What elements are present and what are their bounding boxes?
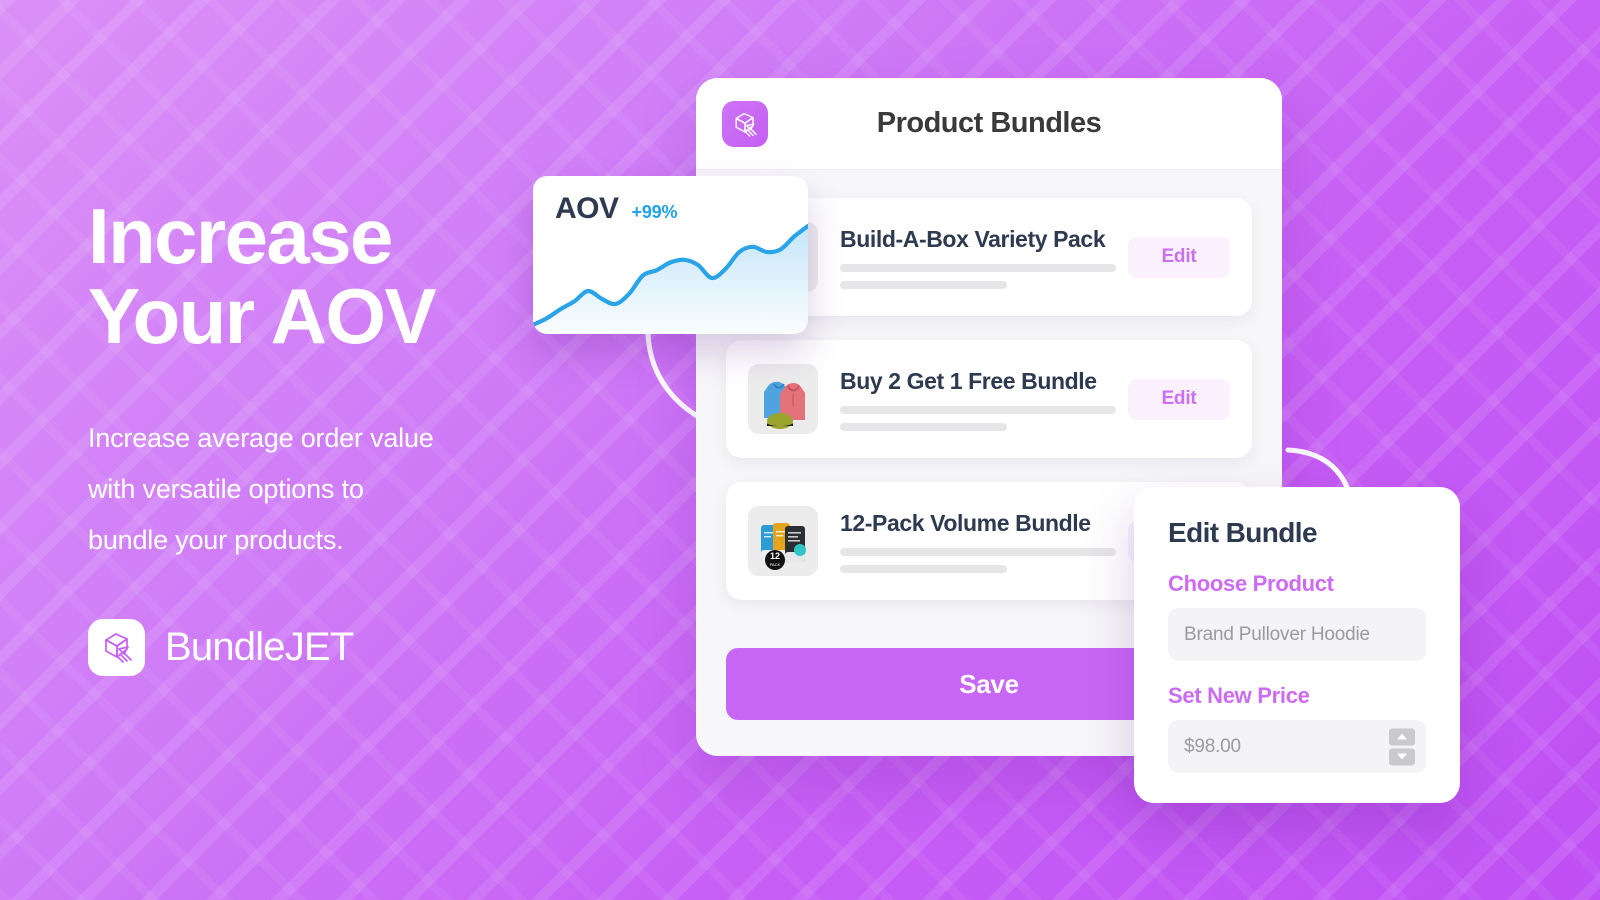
bundle-package-jet-icon	[88, 618, 145, 676]
aov-delta-badge: +99%	[631, 202, 678, 222]
panel-header: Product Bundles	[696, 78, 1282, 170]
bundle-title: Buy 2 Get 1 Free Bundle	[840, 367, 1097, 394]
skeleton-bar	[840, 422, 1008, 431]
svg-text:12: 12	[770, 551, 780, 561]
hero-section: Increase Your AOV Increase average order…	[88, 196, 608, 676]
aov-header: AOV +99%	[555, 192, 677, 226]
stepper-down-button[interactable]	[1389, 748, 1415, 765]
choose-product-placeholder: Brand Pullover Hoodie	[1184, 623, 1370, 645]
aov-line-chart	[533, 223, 808, 334]
row-info: Buy 2 Get 1 Free Bundle	[840, 368, 1128, 431]
row-info: 12-Pack Volume Bundle	[840, 510, 1128, 573]
skeleton-bar	[840, 547, 1117, 556]
stepper-up-button[interactable]	[1389, 728, 1415, 745]
edit-bundle-title: Edit Bundle	[1168, 517, 1318, 548]
aov-metric-card: AOV +99%	[533, 176, 808, 334]
edit-bundle-panel: Edit Bundle Choose Product Brand Pullove…	[1134, 487, 1460, 803]
choose-product-input[interactable]: Brand Pullover Hoodie	[1168, 608, 1426, 661]
choose-product-label: Choose Product	[1168, 571, 1334, 596]
skeleton-bar	[840, 280, 1008, 289]
bundle-title: Build-A-Box Variety Pack	[840, 225, 1106, 252]
skeleton-bar	[840, 564, 1008, 573]
skeleton-bar	[840, 405, 1117, 414]
chevron-up-icon	[1397, 733, 1407, 740]
brand-lockup: BundleJET	[88, 618, 608, 676]
chevron-down-icon	[1397, 753, 1407, 760]
twelve-pack-cans-thumb: 12 PACK	[748, 506, 818, 576]
hero-subcopy: Increase average order value with versat…	[88, 422, 434, 556]
brand-name: BundleJET	[165, 624, 354, 669]
bundle-package-jet-icon	[722, 100, 768, 147]
skeleton-bar	[840, 263, 1117, 272]
bundle-title: 12-Pack Volume Bundle	[840, 509, 1091, 536]
hoodies-and-cap-thumb	[748, 364, 818, 434]
table-row[interactable]: Buy 2 Get 1 Free Bundle Edit	[726, 340, 1252, 458]
row-info: Build-A-Box Variety Pack	[840, 226, 1128, 289]
price-value: $98.00	[1184, 735, 1241, 757]
aov-label: AOV	[555, 192, 619, 225]
page-title: Increase Your AOV	[88, 192, 436, 361]
panel-title: Product Bundles	[876, 107, 1102, 139]
quantity-stepper[interactable]	[1389, 728, 1415, 765]
set-new-price-label: Set New Price	[1168, 683, 1310, 708]
price-input[interactable]: $98.00	[1168, 720, 1426, 773]
svg-text:PACK: PACK	[770, 562, 781, 567]
edit-button[interactable]: Edit	[1128, 378, 1230, 420]
edit-button[interactable]: Edit	[1128, 236, 1230, 278]
